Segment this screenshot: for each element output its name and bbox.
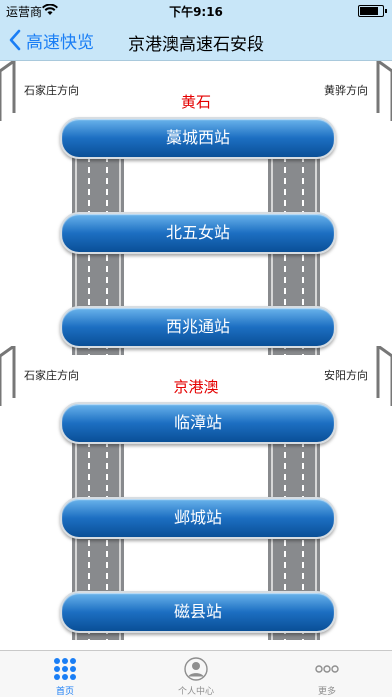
tab-label: 首页 xyxy=(55,687,74,697)
section-city-label: 黄石 xyxy=(180,93,211,111)
highway-section: 石家庄方向 黄骅方向 黄石 藁城西站 北五女站 西兆通站 xyxy=(0,61,392,355)
navigation-bar: 高速快览 京港澳高速石安段 xyxy=(0,20,392,61)
highway-section: 石家庄方向 安阳方向 京港澳 临漳站 邺城站 磁县站 xyxy=(0,346,392,640)
grid-icon xyxy=(54,658,76,680)
clock: 下午9:16 xyxy=(169,5,223,19)
station-button[interactable]: 磁县站 xyxy=(60,591,336,633)
tab-label: 更多 xyxy=(317,687,336,697)
station-button[interactable]: 邺城站 xyxy=(60,497,336,539)
station-button[interactable]: 西兆通站 xyxy=(60,306,336,348)
tab-bar: 首页 个人中心 更多 xyxy=(0,650,392,697)
highway-diagram[interactable]: 石家庄方向 黄骅方向 黄石 藁城西站 北五女站 西兆通站 石家庄方向 安阳方向 … xyxy=(0,61,392,650)
page-title: 京港澳高速石安段 xyxy=(128,35,264,55)
tab-home[interactable]: 首页 xyxy=(0,651,130,697)
more-icon xyxy=(315,665,339,673)
section-city-label: 京港澳 xyxy=(173,378,219,396)
tab-label: 个人中心 xyxy=(177,687,214,697)
tab-profile[interactable]: 个人中心 xyxy=(131,651,261,697)
station-button[interactable]: 北五女站 xyxy=(60,212,336,254)
battery-icon xyxy=(358,5,387,17)
tab-more[interactable]: 更多 xyxy=(262,651,392,697)
status-bar: 运营商 下午9:16 xyxy=(0,0,392,20)
person-icon xyxy=(184,657,208,681)
station-button[interactable]: 藁城西站 xyxy=(60,117,336,159)
station-button[interactable]: 临漳站 xyxy=(60,402,336,444)
